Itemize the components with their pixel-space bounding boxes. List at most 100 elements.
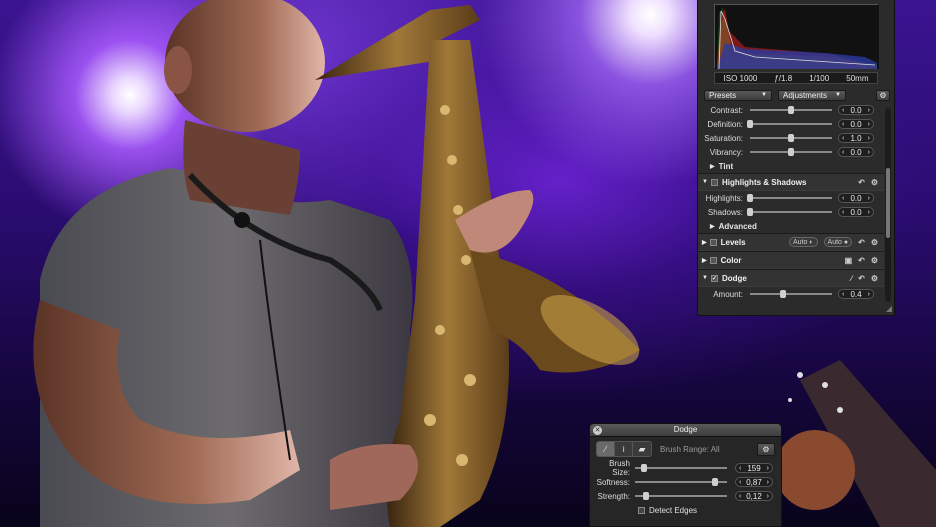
- slider-knob[interactable]: [643, 492, 650, 500]
- gear-icon[interactable]: ⚙: [871, 274, 878, 283]
- color-header[interactable]: ▶ Color ▣ ↶ ⚙: [698, 251, 884, 269]
- softness-value[interactable]: 0,87: [746, 478, 762, 487]
- contrast-slider[interactable]: [750, 106, 832, 114]
- hud-titlebar[interactable]: ✕ Dodge: [590, 424, 781, 437]
- gear-icon[interactable]: ⚙: [871, 238, 878, 247]
- slider-knob[interactable]: [779, 290, 786, 298]
- contrast-row: Contrast: ‹ 0.0 ›: [698, 103, 884, 117]
- slider-knob[interactable]: [747, 208, 753, 216]
- increment-icon[interactable]: ›: [868, 135, 870, 142]
- brushsize-value[interactable]: 159: [747, 464, 760, 473]
- slider-knob[interactable]: [712, 478, 719, 486]
- shadows-value[interactable]: 0.0: [850, 208, 861, 217]
- advanced-disclosure[interactable]: ▶ Advanced: [698, 219, 884, 233]
- color-picker-icon[interactable]: ▣: [845, 256, 853, 265]
- gear-icon[interactable]: ⚙: [757, 442, 775, 456]
- amount-stepper[interactable]: ‹ 0.4 ›: [838, 289, 874, 299]
- histogram: [714, 4, 879, 70]
- slider-knob[interactable]: [788, 148, 794, 156]
- softness-slider[interactable]: [635, 478, 727, 486]
- saturation-stepper[interactable]: ‹ 1.0 ›: [838, 133, 874, 143]
- increment-icon[interactable]: ›: [868, 107, 870, 114]
- strength-value[interactable]: 0,12: [746, 492, 762, 501]
- gear-icon[interactable]: ⚙: [871, 178, 878, 187]
- shadows-stepper[interactable]: ‹ 0.0 ›: [838, 207, 874, 217]
- decrement-icon[interactable]: ‹: [842, 209, 844, 216]
- decrement-icon[interactable]: ‹: [739, 493, 741, 500]
- increment-icon[interactable]: ›: [868, 149, 870, 156]
- adjustments-popup[interactable]: Adjustments ▼: [778, 89, 846, 101]
- increment-icon[interactable]: ›: [767, 493, 769, 500]
- vibrancy-value[interactable]: 0.0: [850, 148, 861, 157]
- strength-stepper[interactable]: ‹ 0,12 ›: [735, 491, 773, 501]
- amount-value[interactable]: 0.4: [850, 290, 861, 299]
- brushsize-slider[interactable]: [635, 464, 727, 472]
- contrast-value[interactable]: 0.0: [850, 106, 861, 115]
- definition-value[interactable]: 0.0: [850, 120, 861, 129]
- slider-knob[interactable]: [788, 134, 794, 142]
- increment-icon[interactable]: ›: [868, 209, 870, 216]
- decrement-icon[interactable]: ‹: [842, 195, 844, 202]
- softness-stepper[interactable]: ‹ 0,87 ›: [735, 477, 773, 487]
- saturation-value[interactable]: 1.0: [850, 134, 861, 143]
- saturation-slider[interactable]: [750, 134, 832, 142]
- amount-slider[interactable]: [750, 290, 832, 298]
- highlights-value[interactable]: 0.0: [850, 194, 861, 203]
- levels-auto-luminance-button[interactable]: Auto ◐: [788, 237, 818, 247]
- enable-checkbox[interactable]: [710, 178, 718, 186]
- slider-knob[interactable]: [747, 120, 753, 128]
- detect-edges-row[interactable]: Detect Edges: [590, 503, 781, 517]
- tint-disclosure[interactable]: ▶ Tint: [698, 159, 884, 173]
- increment-icon[interactable]: ›: [868, 291, 870, 298]
- definition-stepper[interactable]: ‹ 0.0 ›: [838, 119, 874, 129]
- slider-knob[interactable]: [747, 194, 753, 202]
- brush-icon[interactable]: ∕: [851, 274, 852, 283]
- highlights-stepper[interactable]: ‹ 0.0 ›: [838, 193, 874, 203]
- gear-icon[interactable]: ⚙: [871, 256, 878, 265]
- increment-icon[interactable]: ›: [868, 121, 870, 128]
- reset-icon[interactable]: ↶: [858, 256, 865, 265]
- levels-header[interactable]: ▶ Levels Auto ◐ Auto ● ↶ ⚙: [698, 233, 884, 251]
- brushsize-stepper[interactable]: ‹ 159 ›: [735, 463, 773, 473]
- eraser-icon[interactable]: ▰: [633, 442, 651, 456]
- dodge-header[interactable]: ▼ ✓ Dodge ∕ ↶ ⚙: [698, 269, 884, 287]
- decrement-icon[interactable]: ‹: [842, 149, 844, 156]
- highlights-slider[interactable]: [747, 194, 832, 202]
- slider-knob[interactable]: [788, 106, 794, 114]
- detect-edges-checkbox[interactable]: [638, 506, 645, 514]
- shadows-slider[interactable]: [747, 208, 832, 216]
- reset-icon[interactable]: ↶: [858, 178, 865, 187]
- decrement-icon[interactable]: ‹: [842, 121, 844, 128]
- strength-slider[interactable]: [635, 492, 727, 500]
- close-icon[interactable]: ✕: [593, 426, 602, 435]
- increment-icon[interactable]: ›: [767, 465, 769, 472]
- inspector-scrollbar[interactable]: [885, 108, 891, 302]
- reset-icon[interactable]: ↶: [858, 274, 865, 283]
- decrement-icon[interactable]: ‹: [842, 107, 844, 114]
- presets-popup[interactable]: Presets ▼: [704, 89, 772, 101]
- scrollbar-thumb[interactable]: [886, 168, 890, 238]
- brush-icon[interactable]: ∕: [597, 442, 615, 456]
- exif-aperture: ƒ/1.8: [774, 73, 793, 83]
- feather-brush-icon[interactable]: ≀: [615, 442, 633, 456]
- disclosure-open-icon: ▼: [702, 275, 708, 281]
- increment-icon[interactable]: ›: [767, 479, 769, 486]
- definition-slider[interactable]: [747, 120, 832, 128]
- decrement-icon[interactable]: ‹: [739, 465, 741, 472]
- gear-icon[interactable]: ⚙: [876, 89, 890, 101]
- slider-knob[interactable]: [641, 464, 648, 472]
- enable-checkbox[interactable]: [709, 238, 717, 246]
- contrast-stepper[interactable]: ‹ 0.0 ›: [838, 105, 874, 115]
- vibrancy-stepper[interactable]: ‹ 0.0 ›: [838, 147, 874, 157]
- reset-icon[interactable]: ↶: [858, 238, 865, 247]
- decrement-icon[interactable]: ‹: [739, 479, 741, 486]
- levels-auto-rgb-button[interactable]: Auto ●: [823, 237, 853, 247]
- enable-checkbox[interactable]: [709, 256, 717, 264]
- decrement-icon[interactable]: ‹: [842, 135, 844, 142]
- enable-checkbox[interactable]: ✓: [710, 274, 718, 282]
- vibrancy-slider[interactable]: [750, 148, 832, 156]
- increment-icon[interactable]: ›: [868, 195, 870, 202]
- decrement-icon[interactable]: ‹: [842, 291, 844, 298]
- resize-grip-icon[interactable]: ◢: [886, 304, 892, 313]
- highlights-shadows-header[interactable]: ▼ Highlights & Shadows ↶ ⚙: [698, 173, 884, 191]
